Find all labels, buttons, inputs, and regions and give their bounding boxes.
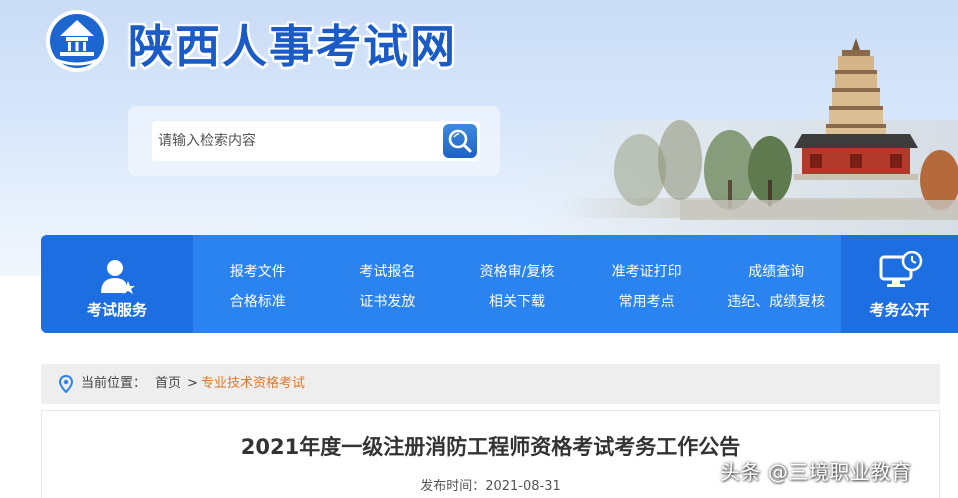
nav-link-exam-documents[interactable]: 报考文件 <box>193 257 323 287</box>
watermark-text: 头条 @三境职业教育 <box>720 460 912 484</box>
main-nav: 考试服务 报考文件 考试报名 资格审/复核 准考证打印 成绩查询 合格标准 证书… <box>41 235 958 333</box>
breadcrumb-home-link[interactable]: 首页 <box>155 364 181 404</box>
nav-link-admission-ticket[interactable]: 准考证打印 <box>582 257 712 287</box>
nav-link-exam-registration[interactable]: 考试报名 <box>323 257 453 287</box>
search-input[interactable] <box>152 121 442 161</box>
breadcrumb-label: 当前位置： <box>81 376 147 391</box>
exam-services-tab[interactable]: 考试服务 <box>41 235 193 333</box>
publish-date: 2021-08-31 <box>485 479 561 494</box>
nav-link-certificate-issuance[interactable]: 证书发放 <box>323 287 453 317</box>
exam-affairs-public-label: 考务公开 <box>869 301 930 319</box>
exam-services-label: 考试服务 <box>86 301 147 319</box>
location-pin-icon <box>59 375 73 393</box>
nav-link-violation-score-review[interactable]: 违纪、成绩复核 <box>711 287 841 317</box>
search-button[interactable] <box>442 121 480 161</box>
search-button-bg <box>443 124 477 158</box>
user-star-icon <box>101 260 135 294</box>
site-logo-icon <box>46 10 108 72</box>
nav-link-qualification-review[interactable]: 资格审/复核 <box>452 257 582 287</box>
breadcrumb: 当前位置： 首页 > 专业技术资格考试 <box>41 364 940 404</box>
exam-affairs-public-tab[interactable]: 考务公开 <box>841 235 958 333</box>
pagoda-landmark-image <box>614 38 958 220</box>
site-title: 陕西人事考试网 <box>128 20 458 73</box>
nav-links-grid: 报考文件 考试报名 资格审/复核 准考证打印 成绩查询 合格标准 证书发放 相关… <box>193 257 841 317</box>
nav-link-downloads[interactable]: 相关下载 <box>452 287 582 317</box>
breadcrumb-separator: > <box>187 376 198 391</box>
publish-time-label: 发布时间： <box>420 479 486 494</box>
nav-link-score-query[interactable]: 成绩查询 <box>711 257 841 287</box>
monitor-clock-icon <box>879 251 923 287</box>
breadcrumb-current-link[interactable]: 专业技术资格考试 <box>201 364 305 404</box>
search-icon <box>448 129 472 153</box>
nav-link-pass-standard[interactable]: 合格标准 <box>193 287 323 317</box>
nav-link-exam-venues[interactable]: 常用考点 <box>582 287 712 317</box>
